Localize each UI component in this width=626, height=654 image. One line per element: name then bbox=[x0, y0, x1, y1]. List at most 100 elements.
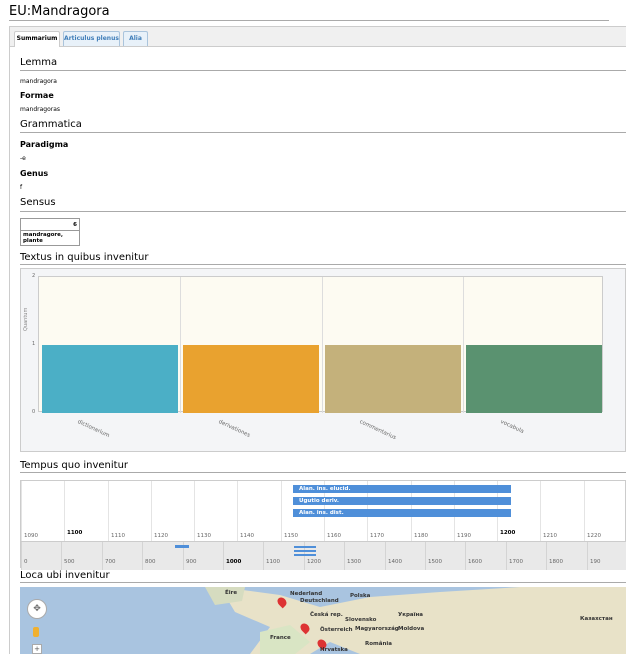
overview-year-label: 1500 bbox=[428, 559, 442, 565]
overview-gridline bbox=[425, 542, 426, 570]
overview-year-label: 1300 bbox=[347, 559, 361, 565]
map-place-label: Česká rep. bbox=[310, 612, 343, 618]
timeline-gridline bbox=[237, 481, 238, 541]
overview-gridline bbox=[385, 542, 386, 570]
timeline-year-label: 1150 bbox=[284, 533, 298, 539]
overview-year-label: 1600 bbox=[468, 559, 482, 565]
tab-bar: Summarium Articulus plenus Alia bbox=[10, 27, 626, 47]
overview-marker bbox=[294, 550, 316, 552]
y-tick-label: 2 bbox=[32, 273, 36, 279]
sensus-rule bbox=[20, 211, 626, 212]
timeline-year-label: 1130 bbox=[197, 533, 211, 539]
map-place-label: Slovensko bbox=[345, 617, 377, 623]
textus-heading: Textus in quibus invenitur bbox=[20, 252, 149, 263]
timeline-gridline bbox=[21, 481, 22, 541]
tab-articulus-plenus[interactable]: Articulus plenus bbox=[63, 31, 120, 46]
timeline-year-label: 1110 bbox=[111, 533, 125, 539]
grammatica-heading: Grammatica bbox=[20, 119, 82, 130]
x-tick-label: derivationes bbox=[217, 419, 251, 439]
timeline-overview[interactable]: 0 500 700 800 900 1000 1100 1200 1300 1400 1500 160… bbox=[21, 541, 626, 570]
timeline-event[interactable]: Ugutio deriv. bbox=[293, 497, 511, 505]
genus-value: f bbox=[20, 184, 23, 191]
timeline[interactable]: 1090 1100 1110 1120 1130 1140 1150 1160 1170 1180… bbox=[20, 480, 626, 570]
gridline bbox=[180, 277, 181, 413]
tab-summarium[interactable]: Summarium bbox=[14, 31, 60, 47]
lemma-value: mandragora bbox=[20, 78, 57, 85]
grammatica-rule bbox=[20, 132, 626, 133]
map-place-label: Polska bbox=[350, 593, 371, 599]
paradigma-label: Paradigma bbox=[20, 140, 69, 149]
overview-gridline bbox=[344, 542, 345, 570]
overview-gridline bbox=[102, 542, 103, 570]
overview-marker bbox=[294, 554, 316, 556]
paradigma-value: -e bbox=[20, 155, 26, 162]
overview-gridline bbox=[506, 542, 507, 570]
x-tick-label: dictionarium bbox=[76, 419, 110, 440]
map-place-label: Moldova bbox=[398, 626, 425, 632]
map[interactable]: ✥ + Éire Nederland Deutschland Polska Česká … bbox=[20, 587, 626, 654]
map-place-label: Hrvatska bbox=[320, 647, 348, 653]
timeline-gridline bbox=[151, 481, 152, 541]
x-tick-label: commentarius bbox=[358, 419, 398, 442]
gridline bbox=[322, 277, 323, 413]
timeline-gridline bbox=[540, 481, 541, 541]
lemma-rule bbox=[20, 70, 626, 71]
chart-container: Quantum 2 1 0 dictionarium derivationes comm… bbox=[20, 268, 626, 452]
bar-commentarius[interactable] bbox=[325, 345, 461, 413]
timeline-year-label: 1180 bbox=[414, 533, 428, 539]
sensus-table: 6 mandragore, plante bbox=[20, 218, 80, 246]
map-place-label: Magyarország bbox=[355, 626, 399, 632]
sensus-number: 6 bbox=[20, 218, 80, 231]
overview-marker bbox=[294, 546, 316, 548]
timeline-gridline bbox=[584, 481, 585, 541]
timeline-gridline bbox=[64, 481, 65, 541]
map-place-label: France bbox=[270, 635, 291, 641]
timeline-event[interactable]: Alan. ins. dist. bbox=[293, 509, 511, 517]
overview-gridline bbox=[21, 542, 22, 570]
gridline bbox=[463, 277, 464, 413]
overview-gridline bbox=[142, 542, 143, 570]
overview-year-label: 500 bbox=[64, 559, 75, 565]
timeline-event[interactable]: Alan. ins. elucid. bbox=[293, 485, 511, 493]
loca-heading: Loca ubi invenitur bbox=[20, 570, 110, 581]
timeline-year-label: 1170 bbox=[370, 533, 384, 539]
overview-year-label: 1800 bbox=[549, 559, 563, 565]
loca-rule bbox=[20, 582, 626, 583]
page-title: EU:Mandragora bbox=[9, 4, 110, 19]
street-view-icon[interactable] bbox=[33, 627, 39, 637]
zoom-in-button[interactable]: + bbox=[32, 644, 42, 654]
overview-year-label: 1100 bbox=[266, 559, 280, 565]
map-place-label: Deutschland bbox=[300, 598, 339, 604]
timeline-year-label: 1090 bbox=[24, 533, 38, 539]
timeline-year-label: 1200 bbox=[500, 530, 516, 536]
map-place-label: Казахстан bbox=[580, 616, 613, 622]
timeline-year-label: 1160 bbox=[327, 533, 341, 539]
y-tick-label: 0 bbox=[32, 409, 36, 415]
timeline-gridline bbox=[108, 481, 109, 541]
bar-derivationes[interactable] bbox=[183, 345, 319, 413]
overview-year-label: 190 bbox=[590, 559, 601, 565]
overview-gridline bbox=[465, 542, 466, 570]
timeline-year-label: 1100 bbox=[67, 530, 83, 536]
sensus-text[interactable]: mandragore, plante bbox=[20, 230, 80, 246]
map-pan-control[interactable]: ✥ bbox=[27, 599, 47, 619]
timeline-gridline bbox=[194, 481, 195, 541]
y-tick-label: 1 bbox=[32, 341, 36, 347]
map-place-label: Україна bbox=[398, 612, 424, 618]
overview-year-label: 1000 bbox=[226, 559, 242, 565]
overview-gridline bbox=[546, 542, 547, 570]
overview-gridline bbox=[263, 542, 264, 570]
map-place-label: Nederland bbox=[290, 591, 323, 597]
timeline-year-label: 1140 bbox=[240, 533, 254, 539]
timeline-gridline bbox=[281, 481, 282, 541]
timeline-year-label: 1190 bbox=[457, 533, 471, 539]
overview-year-label: 0 bbox=[24, 559, 28, 565]
overview-year-label: 900 bbox=[186, 559, 197, 565]
bar-vocabula[interactable] bbox=[466, 345, 602, 413]
tab-alia[interactable]: Alia bbox=[123, 31, 148, 46]
bar-dictionarium[interactable] bbox=[42, 345, 178, 413]
textus-rule bbox=[20, 264, 626, 265]
overview-gridline bbox=[61, 542, 62, 570]
map-place-label: Österreich bbox=[320, 627, 353, 633]
sensus-heading: Sensus bbox=[20, 197, 56, 208]
